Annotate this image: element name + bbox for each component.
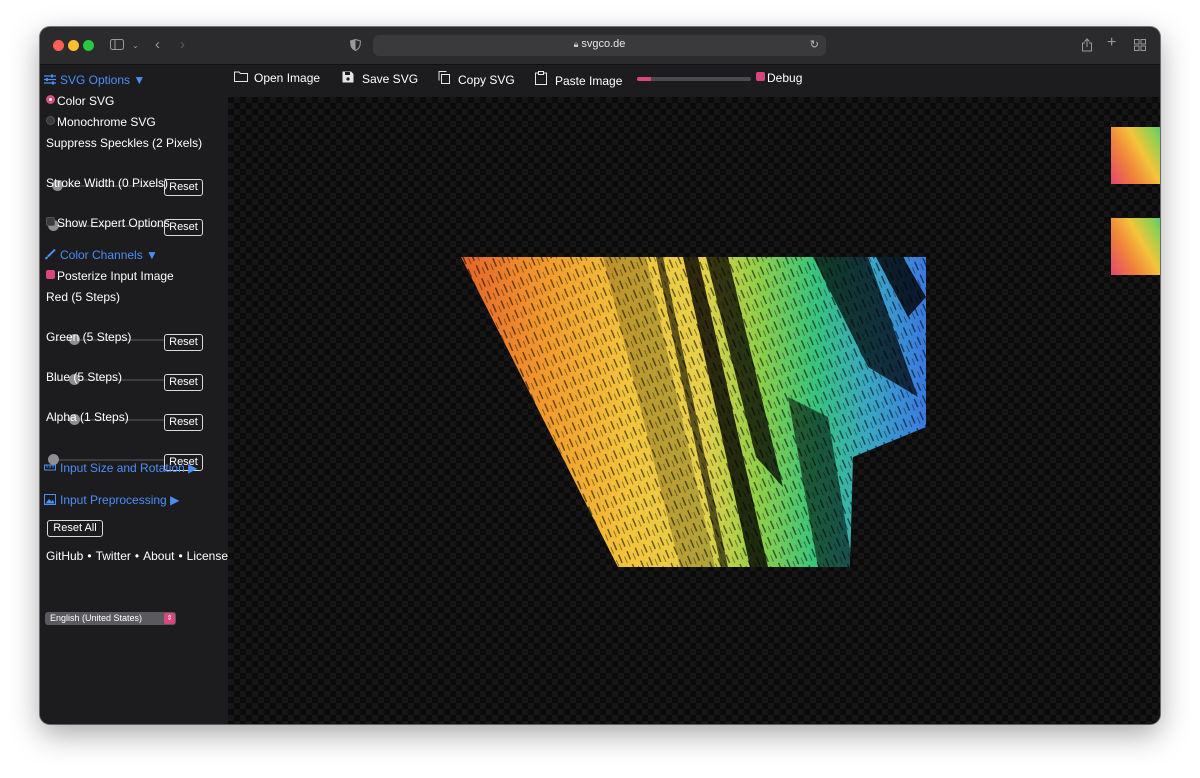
copy-svg-button[interactable]: Copy SVG bbox=[438, 71, 515, 87]
about-link[interactable]: About bbox=[143, 549, 174, 563]
debug-label: Debug bbox=[767, 71, 803, 85]
posterize-label: Posterize Input Image bbox=[57, 269, 174, 283]
clipboard-icon bbox=[535, 71, 549, 88]
folder-icon bbox=[234, 71, 248, 85]
language-select[interactable]: English (United States) ⇕ bbox=[45, 612, 176, 625]
url-label: svgco.de bbox=[581, 38, 626, 50]
svg-options-heading-label: SVG Options ▼ bbox=[60, 73, 146, 87]
green-steps-label: Green (5 Steps) bbox=[46, 330, 132, 344]
twitter-link[interactable]: Twitter bbox=[96, 549, 131, 563]
options-sidebar: SVG Options ▼ Color SVG Monochrome SVG S… bbox=[40, 65, 228, 724]
save-svg-label: Save SVG bbox=[362, 72, 419, 86]
paste-image-label: Paste Image bbox=[555, 74, 623, 88]
input-preprocessing-heading-label: Input Preprocessing ▶ bbox=[60, 493, 180, 507]
posterize-checkbox[interactable] bbox=[46, 270, 55, 279]
browser-window: ⌄ ‹ › 🔒︎ svgco.de ↻ + SVG Options ▼ Color… bbox=[40, 27, 1160, 724]
show-expert-options[interactable]: Show Expert Options bbox=[46, 216, 170, 230]
back-arrow-icon[interactable]: ‹ bbox=[155, 37, 160, 52]
suppress-speckles-reset-button[interactable]: Reset bbox=[164, 179, 203, 196]
debug-toggle[interactable]: Debug bbox=[756, 71, 802, 85]
paste-image-button[interactable]: Paste Image bbox=[535, 71, 622, 88]
color-svg-option[interactable]: Color SVG bbox=[46, 94, 114, 108]
select-arrows-icon: ⇕ bbox=[164, 613, 175, 624]
progress-bar bbox=[637, 77, 751, 81]
svg-preview-canvas[interactable] bbox=[228, 97, 1160, 724]
link-separator: • bbox=[87, 549, 92, 563]
chevron-down-icon[interactable]: ⌄ bbox=[132, 39, 139, 53]
alpha-steps-label: Alpha (1 Steps) bbox=[46, 410, 129, 424]
progress-bar-fill bbox=[637, 77, 651, 81]
color-svg-radio[interactable] bbox=[46, 95, 55, 104]
open-image-label: Open Image bbox=[254, 71, 321, 85]
color-svg-label: Color SVG bbox=[57, 94, 115, 108]
reload-icon[interactable]: ↻ bbox=[810, 38, 819, 51]
ruler-icon bbox=[44, 462, 56, 473]
red-reset-button[interactable]: Reset bbox=[164, 334, 203, 351]
save-svg-button[interactable]: Save SVG bbox=[342, 71, 418, 86]
copy-svg-label: Copy SVG bbox=[458, 73, 515, 87]
posterize-option[interactable]: Posterize Input Image bbox=[46, 269, 174, 283]
green-reset-button[interactable]: Reset bbox=[164, 374, 203, 391]
input-preprocessing-heading[interactable]: Input Preprocessing ▶ bbox=[44, 493, 179, 507]
tab-overview-icon[interactable] bbox=[1134, 39, 1146, 54]
red-steps-label: Red (5 Steps) bbox=[46, 290, 121, 304]
minimize-window-button[interactable] bbox=[68, 40, 79, 51]
close-window-button[interactable] bbox=[53, 40, 64, 51]
color-channels-heading[interactable]: Color Channels ▼ bbox=[44, 248, 158, 262]
color-channels-heading-label: Color Channels ▼ bbox=[60, 248, 158, 262]
blue-reset-button[interactable]: Reset bbox=[164, 414, 203, 431]
floppy-disk-icon bbox=[342, 71, 356, 86]
link-separator: • bbox=[178, 549, 183, 563]
license-link[interactable]: License bbox=[187, 549, 228, 563]
image-icon bbox=[44, 494, 56, 505]
lock-icon: 🔒︎ bbox=[573, 39, 579, 49]
zoom-window-button[interactable] bbox=[83, 40, 94, 51]
language-select-value: English (United States) bbox=[50, 613, 143, 623]
share-icon[interactable] bbox=[1081, 38, 1093, 55]
address-bar-text: 🔒︎ svgco.de bbox=[373, 38, 826, 50]
traced-shape bbox=[461, 257, 926, 567]
github-link[interactable]: GitHub bbox=[46, 549, 83, 563]
forward-arrow-icon[interactable]: › bbox=[180, 37, 185, 52]
suppress-speckles-label: Suppress Speckles (2 Pixels) bbox=[46, 136, 203, 150]
address-bar[interactable]: 🔒︎ svgco.de ↻ bbox=[373, 35, 826, 56]
link-separator: • bbox=[134, 549, 140, 563]
debug-checkbox[interactable] bbox=[756, 72, 765, 81]
input-preview-thumbnail bbox=[1111, 127, 1160, 184]
show-expert-options-checkbox[interactable] bbox=[46, 217, 55, 226]
monochrome-svg-radio[interactable] bbox=[46, 116, 55, 125]
footer-links: GitHub • Twitter • About • License bbox=[46, 549, 228, 563]
monochrome-svg-option[interactable]: Monochrome SVG bbox=[46, 115, 156, 129]
input-size-heading[interactable]: Input Size and Rotation ▶ bbox=[44, 461, 197, 475]
stroke-width-reset-button[interactable]: Reset bbox=[164, 219, 203, 236]
show-expert-options-label: Show Expert Options bbox=[57, 216, 170, 230]
input-size-heading-label: Input Size and Rotation ▶ bbox=[60, 461, 198, 475]
main-toolbar: Open Image Save SVG Copy SVG Paste Image… bbox=[228, 65, 1160, 97]
reset-all-button[interactable]: Reset All bbox=[47, 520, 103, 537]
new-tab-icon[interactable]: + bbox=[1107, 35, 1116, 51]
browser-titlebar: ⌄ ‹ › 🔒︎ svgco.de ↻ + bbox=[40, 27, 1160, 65]
stroke-width-label: Stroke Width (0 Pixels) bbox=[46, 176, 169, 190]
svg-options-heading[interactable]: SVG Options ▼ bbox=[44, 73, 145, 87]
traced-svg-output bbox=[461, 257, 926, 567]
posterized-preview-thumbnail bbox=[1111, 218, 1160, 275]
blue-steps-label: Blue (5 Steps) bbox=[46, 370, 123, 384]
sliders-icon bbox=[44, 74, 56, 85]
sidebar-toggle-icon[interactable] bbox=[110, 39, 124, 53]
privacy-shield-icon[interactable] bbox=[349, 38, 362, 54]
copy-icon bbox=[438, 71, 452, 87]
monochrome-svg-label: Monochrome SVG bbox=[57, 115, 156, 129]
open-image-button[interactable]: Open Image bbox=[234, 71, 320, 85]
paintbrush-icon bbox=[44, 248, 56, 260]
